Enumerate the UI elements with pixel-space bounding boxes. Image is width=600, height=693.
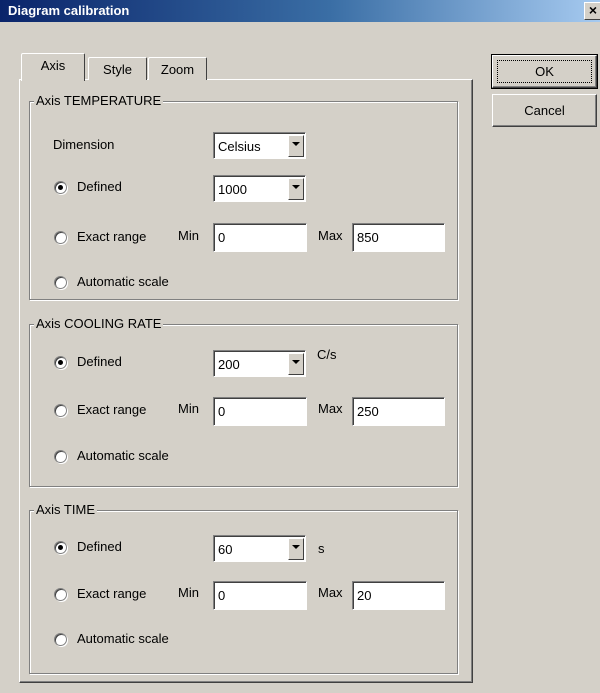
time-defined-label: Defined [77, 539, 122, 554]
cooling-exact-radio[interactable] [54, 404, 67, 417]
cooling-auto-label: Automatic scale [77, 448, 169, 463]
temp-auto-label: Automatic scale [77, 274, 169, 289]
group-legend-time: Axis TIME [34, 502, 97, 518]
temp-max-input[interactable]: 850 [352, 223, 445, 252]
tab-zoom-label: Zoom [160, 62, 195, 77]
ok-label: OK [535, 64, 554, 79]
cooling-auto-radio[interactable] [54, 450, 67, 463]
group-legend-cooling-rate: Axis COOLING RATE [34, 316, 164, 332]
tab-axis-label: Axis [40, 58, 66, 73]
temp-defined-label: Defined [77, 179, 122, 194]
cooling-max-label: Max [318, 401, 343, 416]
temp-min-label: Min [178, 228, 199, 243]
dimension-select[interactable]: Celsius [213, 132, 306, 159]
cooling-min-input[interactable]: 0 [213, 397, 307, 426]
cooling-defined-label: Defined [77, 354, 122, 369]
cooling-max-value: 250 [357, 404, 379, 419]
time-min-label: Min [178, 585, 199, 600]
time-unit: s [318, 541, 325, 556]
dimension-value: Celsius [218, 139, 261, 154]
temp-exact-label: Exact range [77, 229, 147, 244]
window-title: Diagram calibration [8, 3, 130, 18]
temp-defined-select[interactable]: 1000 [213, 175, 306, 202]
temp-max-label: Max [318, 228, 343, 243]
dimension-label: Dimension [53, 137, 115, 152]
time-defined-select[interactable]: 60 [213, 535, 306, 562]
temp-defined-value: 1000 [218, 182, 247, 197]
cancel-button[interactable]: Cancel [492, 94, 597, 127]
temp-exact-radio[interactable] [54, 231, 67, 244]
time-max-value: 20 [357, 588, 372, 603]
temp-max-value: 850 [357, 230, 379, 245]
cooling-defined-radio[interactable] [54, 356, 67, 369]
tab-style[interactable]: Style [88, 57, 147, 80]
time-exact-radio[interactable] [54, 588, 67, 601]
cooling-min-value: 0 [218, 404, 226, 419]
chevron-down-icon[interactable] [288, 538, 304, 560]
close-button[interactable]: × [584, 2, 600, 20]
time-defined-radio[interactable] [54, 541, 67, 554]
group-legend-temperature: Axis TEMPERATURE [34, 93, 164, 109]
time-defined-value: 60 [218, 542, 233, 557]
time-auto-radio[interactable] [54, 633, 67, 646]
cooling-max-input[interactable]: 250 [352, 397, 445, 426]
cooling-min-label: Min [178, 401, 199, 416]
chevron-down-icon[interactable] [288, 178, 304, 200]
cancel-label: Cancel [524, 103, 565, 118]
tab-style-label: Style [103, 62, 132, 77]
tab-axis[interactable]: Axis [21, 53, 85, 81]
cooling-exact-label: Exact range [77, 402, 147, 417]
title-bar: Diagram calibration × [0, 0, 600, 22]
ok-button[interactable]: OK [491, 54, 598, 89]
time-min-input[interactable]: 0 [213, 581, 307, 610]
time-exact-label: Exact range [77, 586, 147, 601]
chevron-down-icon[interactable] [288, 135, 304, 157]
temp-min-input[interactable]: 0 [213, 223, 307, 252]
time-max-input[interactable]: 20 [352, 581, 445, 610]
time-min-value: 0 [218, 588, 226, 603]
temp-min-value: 0 [218, 230, 226, 245]
cooling-unit: C/s [317, 347, 337, 362]
temp-auto-radio[interactable] [54, 276, 67, 289]
time-max-label: Max [318, 585, 343, 600]
cooling-defined-select[interactable]: 200 [213, 350, 306, 377]
cooling-defined-value: 200 [218, 357, 240, 372]
temp-defined-radio[interactable] [54, 181, 67, 194]
chevron-down-icon[interactable] [288, 353, 304, 375]
tab-zoom[interactable]: Zoom [148, 57, 207, 80]
time-auto-label: Automatic scale [77, 631, 169, 646]
